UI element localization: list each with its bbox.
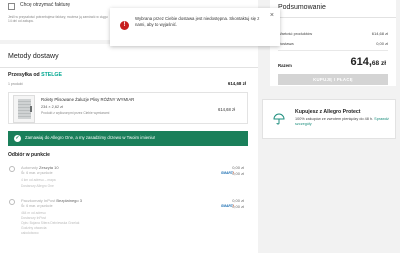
summary-row-products: Wartość produktów 614,68 zł — [278, 31, 388, 36]
option-distance[interactable]: 4 km od adresu – mapa — [21, 178, 56, 182]
option-carrier: Automaty — [21, 165, 38, 170]
option-hours-value: całodobowo — [21, 231, 39, 235]
option-eta: Śr. 6 mar. w punkcie — [21, 171, 53, 175]
shipment-prefix: Przesyłka od — [8, 72, 40, 78]
error-toast: ! Wybrana przez Ciebie dostawa jest nied… — [110, 8, 280, 46]
buy-and-pay-button[interactable]: KUPUJĘ I PŁACĘ — [278, 74, 388, 85]
alert-icon: ! — [120, 21, 129, 30]
option-smart-price: 0,00 zł — [232, 171, 244, 176]
delivery-radio[interactable] — [9, 166, 15, 172]
option-description: Opis: Bojana Sitera Delniewska Grzelak — [21, 221, 80, 225]
allegro-protect-card: Kupujesz z Allegro Protect 100% zakupów … — [262, 99, 396, 139]
option-carrier-note: Dostarczy Allegro One — [21, 184, 54, 188]
option-smart-price: 0,00 zł — [232, 204, 244, 209]
summary-label: Wartość produktów — [278, 31, 313, 36]
delivery-section-title: Metody dostawy — [8, 53, 59, 60]
shipment-total: 614,68 zł — [227, 81, 246, 86]
option-point: Bezpłatnego 3 — [56, 198, 82, 203]
product-item: Rolety Plisowane Żaluzje Plisy RÓŻNY WYM… — [8, 92, 248, 124]
delivery-radio[interactable] — [9, 199, 15, 205]
invoice-hint: Jeśli w przyszłości potrzebujesz faktury… — [8, 15, 108, 24]
option-price: 0,00 zł — [232, 165, 244, 170]
shipment-title: Przesyłka od STELGE — [8, 72, 62, 78]
toast-message: Wybrana przez Ciebie dostawa jest niedos… — [135, 16, 260, 27]
summary-row-delivery: Dostawa 0,00 zł — [278, 41, 388, 46]
products-count: 1 produkt — [8, 82, 23, 86]
option-name: Automaty Zeszyta 10 — [21, 165, 59, 170]
option-name: Paczkomaty InPost Bezpłatnego 3 — [21, 198, 82, 203]
product-name[interactable]: Rolety Plisowane Żaluzje Plisy RÓŻNY WYM… — [41, 97, 134, 102]
product-note: Produkt z wyliczonymi przez Ciebie wymia… — [41, 111, 110, 115]
divider — [0, 67, 258, 68]
total-value: 614,68 zł — [350, 56, 386, 68]
seller-link[interactable]: STELGE — [41, 72, 62, 78]
product-thumbnail[interactable] — [13, 95, 35, 123]
option-distance: 464 m od adresu — [21, 211, 46, 215]
summary-label: Dostawa — [278, 41, 294, 46]
summary-title: Podsumowanie — [278, 4, 326, 11]
invoice-checkbox-label[interactable]: Chcę otrzymać fakturę — [20, 2, 70, 8]
product-price: 614,68 zł — [218, 107, 235, 112]
umbrella-icon — [273, 113, 285, 125]
pickup-title: Odbiór w punkcie — [8, 152, 50, 158]
option-price: 0,00 zł — [232, 198, 244, 203]
close-icon[interactable]: × — [270, 12, 274, 19]
invoice-checkbox[interactable] — [8, 3, 15, 10]
delivery-option-inpost[interactable]: Paczkomaty InPost Bezpłatnego 3 Śr. 6 ma… — [8, 198, 248, 250]
protect-description: 100% zakupów ze zwrotem pieniędzy do 48 … — [295, 117, 389, 126]
option-carrier-note: Dostarczy InPost — [21, 216, 46, 220]
allegro-one-banner: ✓ Zamawiaj do Allegro One, a my zasadzim… — [8, 131, 248, 146]
option-carrier: Paczkomaty InPost — [21, 198, 56, 203]
check-icon: ✓ — [14, 135, 21, 142]
protect-title: Kupujesz z Allegro Protect — [295, 109, 361, 115]
option-eta: Śr. 6 mar. w punkcie — [21, 204, 53, 208]
option-point: Zeszyta 10 — [39, 165, 59, 170]
summary-value: 0,00 zł — [376, 41, 388, 46]
product-quantity: 234 × 2,62 zł — [41, 105, 63, 109]
divider — [278, 50, 388, 51]
delivery-card: Metody dostawy Przesyłka od STELGE 1 pro… — [0, 44, 258, 253]
divider — [270, 17, 396, 18]
banner-text: Zamawiaj do Allegro One, a my zasadzimy … — [25, 135, 156, 140]
option-hours-label: Godziny otwarcia: — [21, 226, 48, 230]
total-label: Razem — [278, 63, 292, 68]
blind-handle — [30, 106, 32, 112]
summary-value: 614,68 zł — [371, 31, 388, 36]
order-summary: Podsumowanie Wartość produktów 614,68 zł… — [270, 0, 396, 86]
delivery-option-allegro-one[interactable]: Automaty Zeszyta 10 Śr. 6 mar. w punkcie… — [8, 165, 248, 195]
